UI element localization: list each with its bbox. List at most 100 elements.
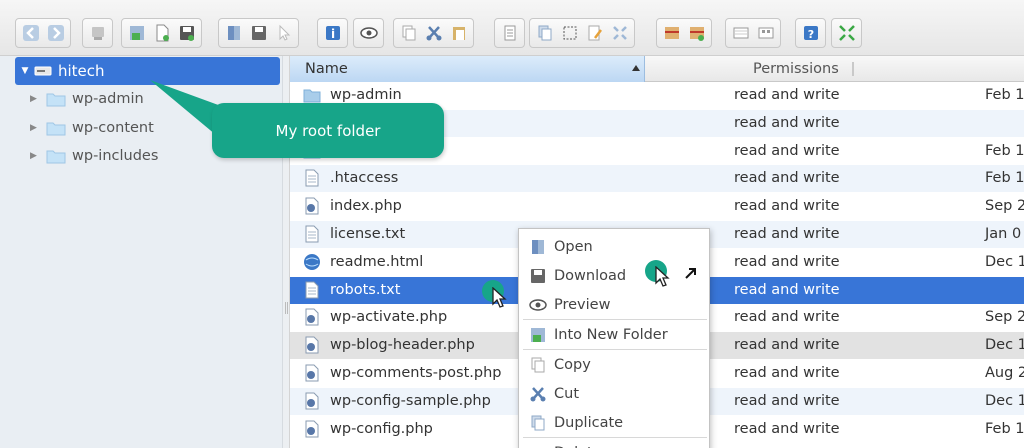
- file-name: wp-config.php: [330, 420, 433, 437]
- file-permissions: read and write: [734, 309, 840, 326]
- rename-button[interactable]: [584, 22, 605, 44]
- info-button[interactable]: i: [322, 22, 343, 44]
- collapsed-caret-icon[interactable]: ▶: [30, 151, 42, 161]
- file-permissions: read and write: [734, 281, 840, 298]
- paste-button[interactable]: [448, 22, 469, 44]
- text-file-icon: [303, 281, 321, 299]
- copy-button[interactable]: [398, 22, 419, 44]
- menu-item-label: Download: [554, 268, 627, 284]
- tree-root-hitech[interactable]: ▼ hitech: [15, 57, 280, 85]
- folder-file-icon: [303, 86, 321, 104]
- file-name: license.txt: [330, 226, 406, 242]
- collapsed-caret-icon[interactable]: ▶: [30, 94, 42, 104]
- list-view-button[interactable]: [730, 22, 751, 44]
- cut-icon: [426, 26, 441, 41]
- paste-icon: [452, 27, 465, 40]
- menu-item-duplicate[interactable]: Duplicate: [519, 409, 709, 437]
- file-date: Feb 1: [985, 170, 1024, 187]
- copy-icon: [529, 356, 547, 374]
- menu-item-preview[interactable]: Preview: [519, 291, 709, 319]
- menu-item-delete[interactable]: Delete: [519, 439, 709, 448]
- file-date: Aug 2: [985, 365, 1024, 381]
- help-button[interactable]: ?: [800, 22, 821, 44]
- tree-item-wp-admin[interactable]: ▶ wp-admin: [30, 86, 144, 112]
- file-permissions: read and write: [734, 170, 840, 187]
- file-permissions: read and write: [734, 142, 840, 159]
- file-row[interactable]: .htaccess read and write Feb 1: [290, 165, 1024, 193]
- select-all-button[interactable]: [559, 22, 580, 44]
- file-permissions: read and write: [734, 253, 840, 270]
- toolbar-group-info: i: [317, 18, 348, 48]
- folder-icon: [46, 150, 66, 164]
- column-header-permissions[interactable]: Permissions: [753, 56, 839, 82]
- file-permissions: read and write: [734, 337, 840, 354]
- forward-icon: [47, 25, 64, 41]
- column-header-name[interactable]: Name: [290, 56, 645, 82]
- file-permissions: read and write: [734, 87, 840, 103]
- toolbar: i ?: [0, 0, 1024, 56]
- duplicate-icon: [538, 25, 551, 41]
- file-permissions: read and write: [734, 392, 840, 409]
- toolbar-group-clipboard: [393, 18, 474, 48]
- select-cursor-button[interactable]: [273, 22, 294, 44]
- file-name: wp-config-sample.php: [330, 392, 491, 409]
- extract-button[interactable]: [686, 22, 707, 44]
- save-button[interactable]: [176, 22, 197, 44]
- fullscreen-button[interactable]: [836, 22, 857, 44]
- home-icon: [91, 27, 104, 40]
- menu-item-cut[interactable]: Cut: [519, 380, 709, 408]
- sort-ascending-icon: [632, 65, 640, 71]
- resize-icon: [612, 26, 627, 40]
- folder-icon: [46, 93, 66, 107]
- edit-button[interactable]: [499, 22, 520, 44]
- mouse-cursor-icon: [492, 287, 507, 308]
- tree-item-wp-content[interactable]: ▶ wp-content: [30, 115, 154, 141]
- duplicate-icon: [529, 414, 547, 432]
- menu-item-download[interactable]: Download: [519, 262, 709, 290]
- menu-item-into-new-folder[interactable]: Into New Folder: [519, 321, 709, 349]
- file-name: robots.txt: [330, 281, 401, 298]
- info-icon: i: [325, 26, 340, 41]
- back-button[interactable]: [20, 22, 41, 44]
- menu-item-label: Copy: [554, 357, 591, 373]
- duplicate-button[interactable]: [534, 22, 555, 44]
- save-icon: [179, 26, 194, 41]
- tree-item-wp-includes[interactable]: ▶ wp-includes: [30, 143, 158, 169]
- menu-item-open[interactable]: Open: [519, 233, 709, 261]
- column-resize-handle[interactable]: [852, 62, 854, 76]
- back-icon: [22, 25, 39, 41]
- php-file-icon: [303, 420, 321, 438]
- reload-button[interactable]: [126, 22, 147, 44]
- splitter-grip[interactable]: [285, 302, 288, 314]
- toolbar-group-archive: [656, 18, 712, 48]
- file-name: wp-comments-post.php: [330, 365, 502, 381]
- menu-separator: [523, 437, 707, 438]
- download-icon: [251, 26, 266, 40]
- toolbar-group-help: ?: [795, 18, 826, 48]
- file-list-header: Name Permissions: [290, 56, 1024, 82]
- reload-icon: [129, 26, 144, 40]
- menu-item-label: Duplicate: [554, 415, 624, 431]
- open-button[interactable]: [223, 22, 244, 44]
- collapsed-caret-icon[interactable]: ▶: [30, 123, 42, 133]
- file-permissions: read and write: [734, 114, 840, 131]
- home-button[interactable]: [87, 22, 108, 44]
- forward-button[interactable]: [45, 22, 66, 44]
- file-permissions: read and write: [734, 365, 840, 381]
- icon-view-button[interactable]: [755, 22, 776, 44]
- preview-button[interactable]: [358, 22, 379, 44]
- file-row[interactable]: index.php read and write Sep 2: [290, 193, 1024, 220]
- menu-item-label: Into New Folder: [554, 327, 668, 343]
- help-icon: ?: [803, 26, 818, 41]
- new-file-button[interactable]: [151, 22, 172, 44]
- resize-button[interactable]: [609, 22, 630, 44]
- expand-caret-icon[interactable]: ▼: [18, 66, 32, 76]
- file-date: Dec 1: [985, 337, 1024, 354]
- toolbar-group-preview: [353, 18, 384, 48]
- menu-item-copy[interactable]: Copy: [519, 351, 709, 379]
- download-button[interactable]: [248, 22, 269, 44]
- toolbar-group-history: [15, 18, 71, 48]
- cut-button[interactable]: [423, 22, 444, 44]
- cursor-icon: [279, 24, 290, 41]
- archive-button[interactable]: [661, 22, 682, 44]
